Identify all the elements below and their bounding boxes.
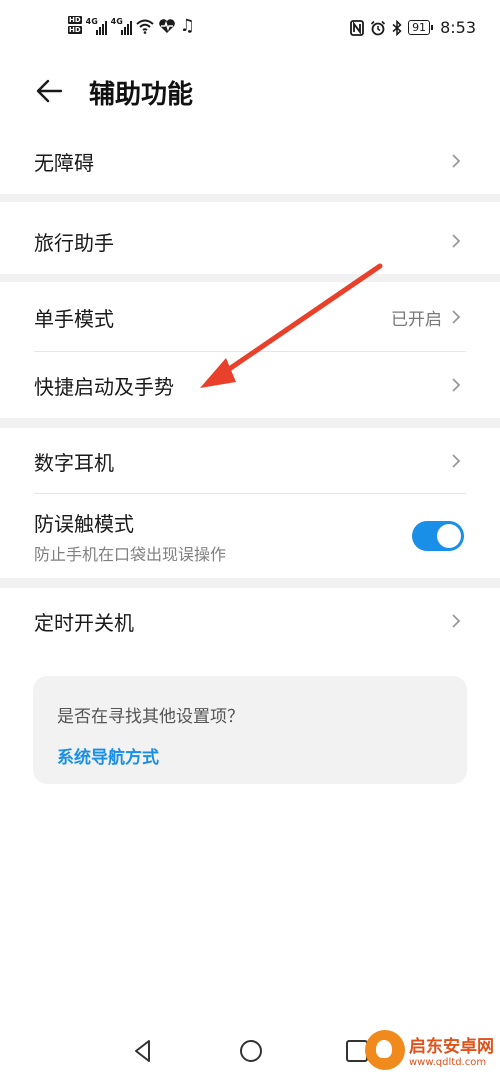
clock: 8:53 [440,18,476,37]
group-accessibility: 无障碍 [0,122,500,200]
suggestion-card: 是否在寻找其他设置项？ 系统导航方式 [33,676,467,784]
hd-label-2: HD [68,26,82,34]
system-navigation-link[interactable]: 系统导航方式 [57,743,467,768]
music-note-icon: ♫ [179,16,195,36]
chevron-right-icon [452,378,461,392]
suggestion-question: 是否在寻找其他设置项？ [57,707,244,727]
section-separator [0,578,500,588]
watermark-logo-icon [365,1030,405,1070]
chevron-right-icon [452,454,461,468]
signal-icon-1: 4G [86,17,107,35]
pocket-mode-toggle[interactable] [412,521,464,551]
status-left: HD HD 4G 4G ♫ [68,16,195,36]
item-label: 快捷启动及手势 [34,374,174,399]
list-item-scheduled-power[interactable]: 定时开关机 [0,588,500,654]
list-item-digital-headset[interactable]: 数字耳机 [0,428,500,494]
item-label: 定时开关机 [34,610,134,635]
toggle-knob [437,524,461,548]
list-item-accessibility[interactable]: 无障碍 [0,122,500,200]
watermark-name: 启东安卓网 [409,1037,494,1057]
section-separator [0,274,500,282]
item-label: 无障碍 [34,150,94,175]
chevron-right-icon [452,234,461,248]
section-separator [0,194,500,202]
alarm-icon [370,20,386,35]
watermark: 启东安卓网 www.qdltd.com [365,1030,494,1070]
battery-icon: 91 [408,20,434,35]
health-heart-icon [158,19,175,33]
list-item-pocket-mode[interactable]: 防误触模式 防止手机在口袋出现误操作 [0,494,500,578]
page-title: 辅助功能 [89,80,194,110]
group-headset-pocket: 数字耳机 防误触模式 防止手机在口袋出现误操作 [0,428,500,578]
bluetooth-icon [392,19,402,36]
group-scheduled-power: 定时开关机 [0,588,500,654]
chevron-right-icon [452,614,461,628]
list-item-one-hand-mode[interactable]: 单手模式 已开启 [0,282,500,352]
signal-icon-2: 4G [111,17,132,35]
section-separator [0,418,500,428]
status-right: 91 8:53 [350,18,476,37]
nav-home-icon[interactable] [236,1036,266,1066]
nav-back-icon[interactable] [128,1036,158,1066]
wifi-icon [136,19,154,34]
list-item-travel-assistant[interactable]: 旅行助手 [0,202,500,280]
hd-icon: HD HD [68,16,82,36]
item-description: 防止手机在口袋出现误操作 [34,544,227,564]
back-arrow-icon[interactable] [34,76,64,106]
group-travel: 旅行助手 [0,202,500,280]
item-label: 数字耳机 [34,450,114,475]
item-label: 防误触模式 [34,511,134,536]
watermark-text: 启东安卓网 www.qdltd.com [409,1032,494,1068]
network-type-2: 4G [110,17,123,26]
list-item-shortcuts-gestures[interactable]: 快捷启动及手势 [0,352,500,418]
chevron-right-icon [452,310,461,324]
hd-label-1: HD [68,16,82,24]
watermark-url: www.qdltd.com [409,1057,487,1068]
status-bar: HD HD 4G 4G ♫ 91 8:53 [0,0,500,62]
item-status: 已开启 [391,309,442,330]
item-label: 单手模式 [34,306,114,331]
group-hand-gestures: 单手模式 已开启 快捷启动及手势 [0,282,500,418]
network-type-1: 4G [85,17,98,26]
item-label: 旅行助手 [34,230,114,255]
chevron-right-icon [452,154,461,168]
app-header: 辅助功能 [0,62,500,122]
nfc-icon [350,19,364,36]
